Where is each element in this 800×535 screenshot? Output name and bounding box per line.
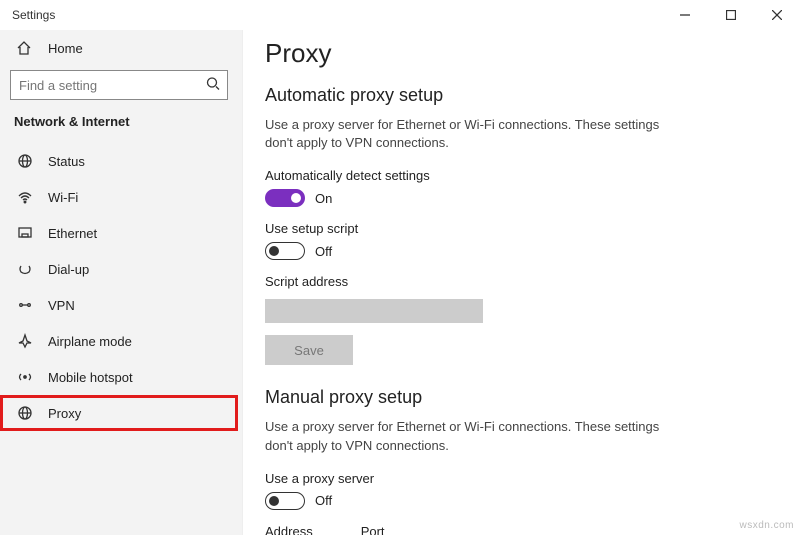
save-button[interactable]: Save	[265, 335, 353, 365]
toggle-state: Off	[315, 244, 332, 259]
use-proxy-toggle[interactable]: Off	[265, 492, 776, 510]
sidebar-item-label: VPN	[48, 298, 75, 313]
script-address-input[interactable]	[265, 299, 483, 323]
sidebar-item-vpn[interactable]: VPN	[0, 287, 238, 323]
sidebar-item-label: Status	[48, 154, 85, 169]
search-wrap	[10, 70, 228, 100]
address-port-row: Address Port	[265, 524, 776, 535]
sidebar-item-label: Airplane mode	[48, 334, 132, 349]
manual-proxy-desc: Use a proxy server for Ethernet or Wi-Fi…	[265, 418, 685, 454]
proxy-icon	[16, 405, 34, 421]
toggle-thumb	[269, 246, 279, 256]
sidebar-item-label: Ethernet	[48, 226, 97, 241]
use-proxy-label: Use a proxy server	[265, 471, 776, 486]
sidebar-item-status[interactable]: Status	[0, 143, 238, 179]
minimize-button[interactable]	[662, 0, 708, 30]
sidebar: Home Network & Internet Status Wi-Fi	[0, 30, 243, 535]
sidebar-section-title: Network & Internet	[0, 114, 238, 143]
watermark: wsxdn.com	[739, 520, 794, 531]
sidebar-item-dialup[interactable]: Dial-up	[0, 251, 238, 287]
home-icon	[16, 40, 34, 56]
setup-script-toggle[interactable]: Off	[265, 242, 776, 260]
ethernet-icon	[16, 225, 34, 241]
sidebar-home[interactable]: Home	[0, 32, 238, 64]
airplane-icon	[16, 333, 34, 349]
maximize-button[interactable]	[708, 0, 754, 30]
search-input[interactable]	[10, 70, 228, 100]
dialup-icon	[16, 261, 34, 277]
toggle-track	[265, 492, 305, 510]
hotspot-icon	[16, 369, 34, 385]
auto-detect-label: Automatically detect settings	[265, 168, 776, 183]
toggle-state: Off	[315, 493, 332, 508]
auto-detect-toggle[interactable]: On	[265, 189, 776, 207]
sidebar-item-wifi[interactable]: Wi-Fi	[0, 179, 238, 215]
sidebar-item-label: Dial-up	[48, 262, 89, 277]
sidebar-item-proxy[interactable]: Proxy	[0, 395, 238, 431]
page-title: Proxy	[265, 38, 776, 69]
content: Proxy Automatic proxy setup Use a proxy …	[243, 30, 800, 535]
globe-icon	[16, 153, 34, 169]
sidebar-item-ethernet[interactable]: Ethernet	[0, 215, 238, 251]
wifi-icon	[16, 189, 34, 205]
auto-proxy-desc: Use a proxy server for Ethernet or Wi-Fi…	[265, 116, 685, 152]
address-label: Address	[265, 524, 313, 535]
sidebar-item-label: Wi-Fi	[48, 190, 78, 205]
sidebar-item-airplane[interactable]: Airplane mode	[0, 323, 238, 359]
manual-proxy-heading: Manual proxy setup	[265, 387, 776, 408]
sidebar-item-hotspot[interactable]: Mobile hotspot	[0, 359, 238, 395]
toggle-track	[265, 189, 305, 207]
toggle-thumb	[291, 193, 301, 203]
vpn-icon	[16, 297, 34, 313]
titlebar: Settings	[0, 0, 800, 30]
close-button[interactable]	[754, 0, 800, 30]
search-icon	[206, 77, 220, 94]
port-label: Port	[361, 524, 385, 535]
toggle-track	[265, 242, 305, 260]
auto-proxy-heading: Automatic proxy setup	[265, 85, 776, 106]
toggle-state: On	[315, 191, 332, 206]
script-address-label: Script address	[265, 274, 776, 289]
toggle-thumb	[269, 496, 279, 506]
sidebar-item-label: Mobile hotspot	[48, 370, 133, 385]
window-title: Settings	[12, 8, 55, 22]
sidebar-home-label: Home	[48, 41, 83, 56]
setup-script-label: Use setup script	[265, 221, 776, 236]
window-controls	[662, 0, 800, 30]
sidebar-item-label: Proxy	[48, 406, 81, 421]
